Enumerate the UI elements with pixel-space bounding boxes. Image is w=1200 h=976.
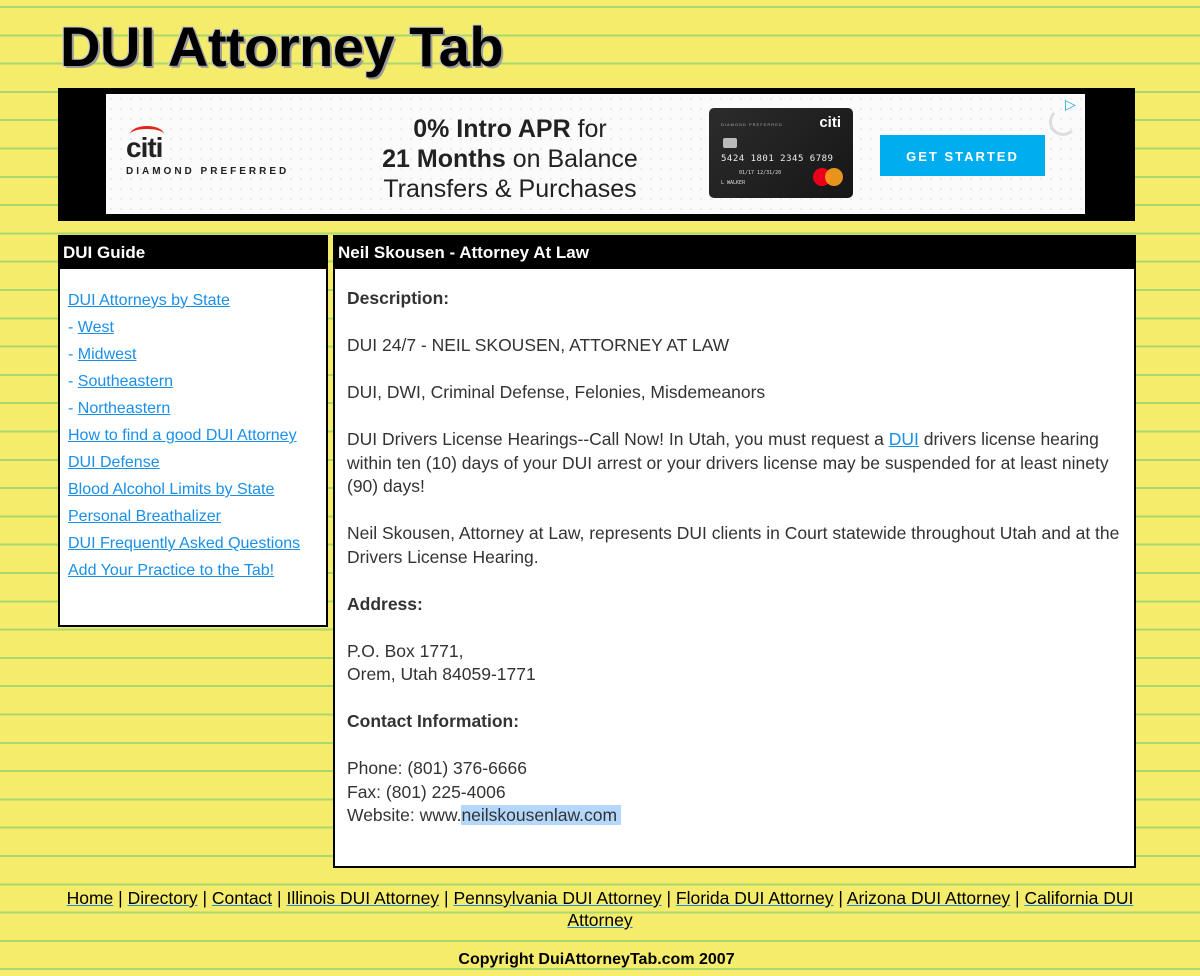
sidebar-link-faq[interactable]: DUI Frequently Asked Questions [68, 535, 300, 552]
attorney-title: Neil Skousen - Attorney At Law [335, 237, 1134, 269]
fax-number: Fax: (801) 225-4006 [347, 781, 506, 802]
sidebar-item: How to find a good DUI Attorney [68, 422, 326, 449]
sidebar-link-dui-defense[interactable]: DUI Defense [68, 454, 160, 471]
sidebar-link-west[interactable]: West [78, 319, 114, 336]
product-name: DIAMOND PREFERRED [126, 166, 290, 177]
dui-inline-link[interactable]: DUI [889, 429, 919, 449]
description-label: Description: [347, 288, 450, 308]
sidebar-item: - Northeastern [68, 395, 326, 422]
separator: | [197, 888, 212, 908]
mastercard-icon [813, 168, 843, 186]
footer-link-pennsylvania[interactable]: Pennsylvania DUI Attorney [453, 888, 661, 908]
footer-nav: Home | Directory | Contact | Illinois DU… [50, 887, 1150, 931]
headline-rest-1: for [570, 115, 607, 143]
separator: | [833, 888, 847, 908]
sidebar-item: Blood Alcohol Limits by State [68, 476, 326, 503]
sidebar-item: Add Your Practice to the Tab! [68, 557, 326, 584]
item-prefix: - [68, 346, 78, 363]
card-name: L WALKER [721, 180, 746, 186]
sidebar-link-southeastern[interactable]: Southeastern [78, 373, 173, 390]
sidebar-item: - West [68, 314, 326, 341]
sidebar-dui-guide: DUI Guide DUI Attorneys by State - West … [58, 235, 328, 627]
credit-card-image: DIAMOND PREFERRED citi 5424 1801 2345 67… [709, 108, 853, 198]
description-line-4: Neil Skousen, Attorney at Law, represent… [347, 523, 1120, 567]
sidebar-link-midwest[interactable]: Midwest [78, 346, 137, 363]
phone-number: Phone: (801) 376-6666 [347, 758, 527, 778]
headline-bold-1: 0% Intro APR [413, 115, 571, 143]
card-dates: 01/17 12/31/20 [739, 170, 782, 176]
website-prefix: Website: www. [347, 805, 462, 825]
item-prefix: - [68, 400, 78, 417]
footer-link-arizona[interactable]: Arizona DUI Attorney [847, 888, 1010, 908]
address-label: Address: [347, 593, 423, 614]
footer-link-illinois[interactable]: Illinois DUI Attorney [286, 888, 439, 908]
citi-logo: citi DIAMOND PREFERRED [126, 126, 326, 177]
description-line-2: DUI, DWI, Criminal Defense, Felonies, Mi… [347, 382, 766, 402]
website-selected-text[interactable]: neilskousenlaw.com [461, 805, 622, 825]
sidebar-link-bac-limits[interactable]: Blood Alcohol Limits by State [68, 481, 274, 498]
description-line-1: DUI 24/7 - NEIL SKOUSEN, ATTORNEY AT LAW [347, 335, 730, 355]
copyright: Copyright DuiAttorneyTab.com 2007 [458, 951, 735, 968]
sidebar-link-add-practice[interactable]: Add Your Practice to the Tab! [68, 562, 274, 579]
contact-info: Phone: (801) 376-6666 Fax: (801) 225-400… [347, 757, 1122, 828]
sidebar-item: - Midwest [68, 341, 326, 368]
desc-3-before: DUI Drivers License Hearings--Call Now! … [347, 429, 889, 449]
sidebar-link-attorneys-by-state[interactable]: DUI Attorneys by State [68, 292, 230, 309]
contact-label: Contact Information: [347, 711, 520, 731]
footer-link-florida[interactable]: Florida DUI Attorney [676, 888, 834, 908]
footer-link-home[interactable]: Home [67, 888, 114, 908]
site-title: DUI Attorney Tab [60, 15, 504, 78]
separator: | [439, 888, 454, 908]
footer-link-contact[interactable]: Contact [212, 888, 272, 908]
headline-line-3: Transfers & Purchases [383, 175, 637, 203]
card-brand: DIAMOND PREFERRED [721, 122, 783, 127]
separator: | [661, 888, 676, 908]
sidebar-title: DUI Guide [60, 237, 326, 269]
sidebar-link-northeastern[interactable]: Northeastern [78, 400, 171, 417]
item-prefix: - [68, 319, 78, 336]
item-prefix: - [68, 373, 78, 390]
address: P.O. Box 1771, Orem, Utah 84059-1771 [347, 640, 1122, 687]
sidebar-link-find-attorney[interactable]: How to find a good DUI Attorney [68, 427, 297, 444]
citi-wordmark: citi [126, 132, 163, 163]
ad-banner-frame: citi DIAMOND PREFERRED 0% Intro APR for … [58, 88, 1135, 221]
sidebar-item: DUI Frequently Asked Questions [68, 530, 326, 557]
loading-spinner-icon [1049, 108, 1077, 136]
attorney-details: Description: DUI 24/7 - NEIL SKOUSEN, AT… [335, 269, 1134, 828]
sidebar-item: DUI Attorneys by State [68, 287, 326, 314]
attorney-detail-panel: Neil Skousen - Attorney At Law Descripti… [333, 235, 1136, 868]
card-number: 5424 1801 2345 6789 [721, 154, 834, 164]
headline-rest-2: on Balance [505, 145, 638, 173]
separator: | [1010, 888, 1025, 908]
address-line-1: P.O. Box 1771, [347, 640, 464, 661]
description-line-3: DUI Drivers License Hearings--Call Now! … [347, 428, 1122, 499]
address-line-2: Orem, Utah 84059-1771 [347, 664, 536, 684]
sidebar-item: DUI Defense [68, 449, 326, 476]
sidebar-item: Personal Breathalizer [68, 503, 326, 530]
separator: | [113, 888, 128, 908]
separator: | [272, 888, 287, 908]
sidebar-item: - Southeastern [68, 368, 326, 395]
card-logo: citi [819, 114, 841, 131]
ad-headline: 0% Intro APR for 21 Months on Balance Tr… [370, 114, 650, 204]
ad-banner[interactable]: citi DIAMOND PREFERRED 0% Intro APR for … [106, 94, 1085, 214]
chip-icon [723, 138, 737, 148]
sidebar-link-breathalizer[interactable]: Personal Breathalizer [68, 508, 221, 525]
get-started-button[interactable]: GET STARTED [880, 135, 1045, 176]
sidebar-nav: DUI Attorneys by State - West - Midwest … [60, 269, 326, 584]
footer-link-directory[interactable]: Directory [128, 888, 198, 908]
headline-bold-2: 21 Months [382, 145, 506, 173]
